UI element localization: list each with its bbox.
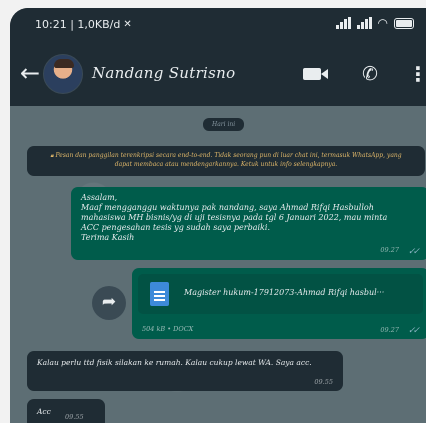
message-bubble-incoming[interactable]: Acc 09.55	[27, 399, 105, 423]
date-chip: Hari ini	[203, 118, 245, 131]
status-time: 10:21 | 1,0KB/d	[35, 18, 121, 31]
encryption-notice[interactable]: 🔒︎ Pesan dan panggilan terenkripsi secar…	[27, 146, 425, 176]
encryption-notice-text: Pesan dan panggilan terenkripsi secara e…	[55, 152, 402, 168]
forward-icon[interactable]: ➦	[92, 286, 126, 320]
message-time: 09.27	[380, 246, 399, 254]
video-call-icon[interactable]	[303, 68, 328, 80]
message-bubble-outgoing[interactable]: Assalam, Maaf mengganggu waktunya pak na…	[71, 187, 426, 260]
document-meta: 504 kB • DOCX	[142, 325, 194, 333]
message-time: 09.55	[65, 413, 84, 421]
read-ticks-icon: ✓✓	[407, 326, 420, 336]
more-vertical-icon[interactable]: ⋮	[408, 62, 426, 86]
phone-screen: 10:21 | 1,0KB/d ✕ ◠ ← Nandang Sutrisno ✆…	[10, 8, 426, 423]
contact-name[interactable]: Nandang Sutrisno	[92, 64, 235, 82]
chat-header: ← Nandang Sutrisno ✆ ⋮	[10, 42, 426, 106]
document-message-outgoing[interactable]: Magister hukum-17912073-Ahmad Rifqi hasb…	[132, 268, 426, 339]
wifi-off-icon: ✕	[123, 19, 132, 30]
phone-icon[interactable]: ✆	[362, 62, 378, 86]
chat-area[interactable]: Hari ini 🔒︎ Pesan dan panggilan terenkri…	[10, 106, 426, 423]
signal-icon	[356, 17, 372, 29]
status-bar: 10:21 | 1,0KB/d ✕ ◠	[10, 8, 426, 42]
message-text: Assalam, Maaf mengganggu waktunya pak na…	[81, 193, 388, 242]
battery-icon	[394, 17, 414, 29]
document-attachment[interactable]: Magister hukum-17912073-Ahmad Rifqi hasb…	[138, 274, 423, 314]
wifi-icon: ◠	[377, 16, 388, 30]
message-text: Acc	[37, 407, 51, 416]
document-file-name: Magister hukum-17912073-Ahmad Rifqi hasb…	[184, 288, 385, 297]
message-text: Kalau perlu ttd fisik silakan ke rumah. …	[37, 358, 312, 367]
message-time: 09.55	[314, 378, 333, 386]
arrow-left-icon[interactable]: ←	[20, 59, 40, 87]
message-time: 09.27	[380, 326, 399, 334]
read-ticks-icon: ✓✓	[407, 247, 420, 257]
signal-icon	[335, 17, 351, 29]
avatar[interactable]	[43, 54, 83, 94]
document-icon	[150, 282, 169, 306]
message-bubble-incoming[interactable]: Kalau perlu ttd fisik silakan ke rumah. …	[27, 351, 343, 391]
